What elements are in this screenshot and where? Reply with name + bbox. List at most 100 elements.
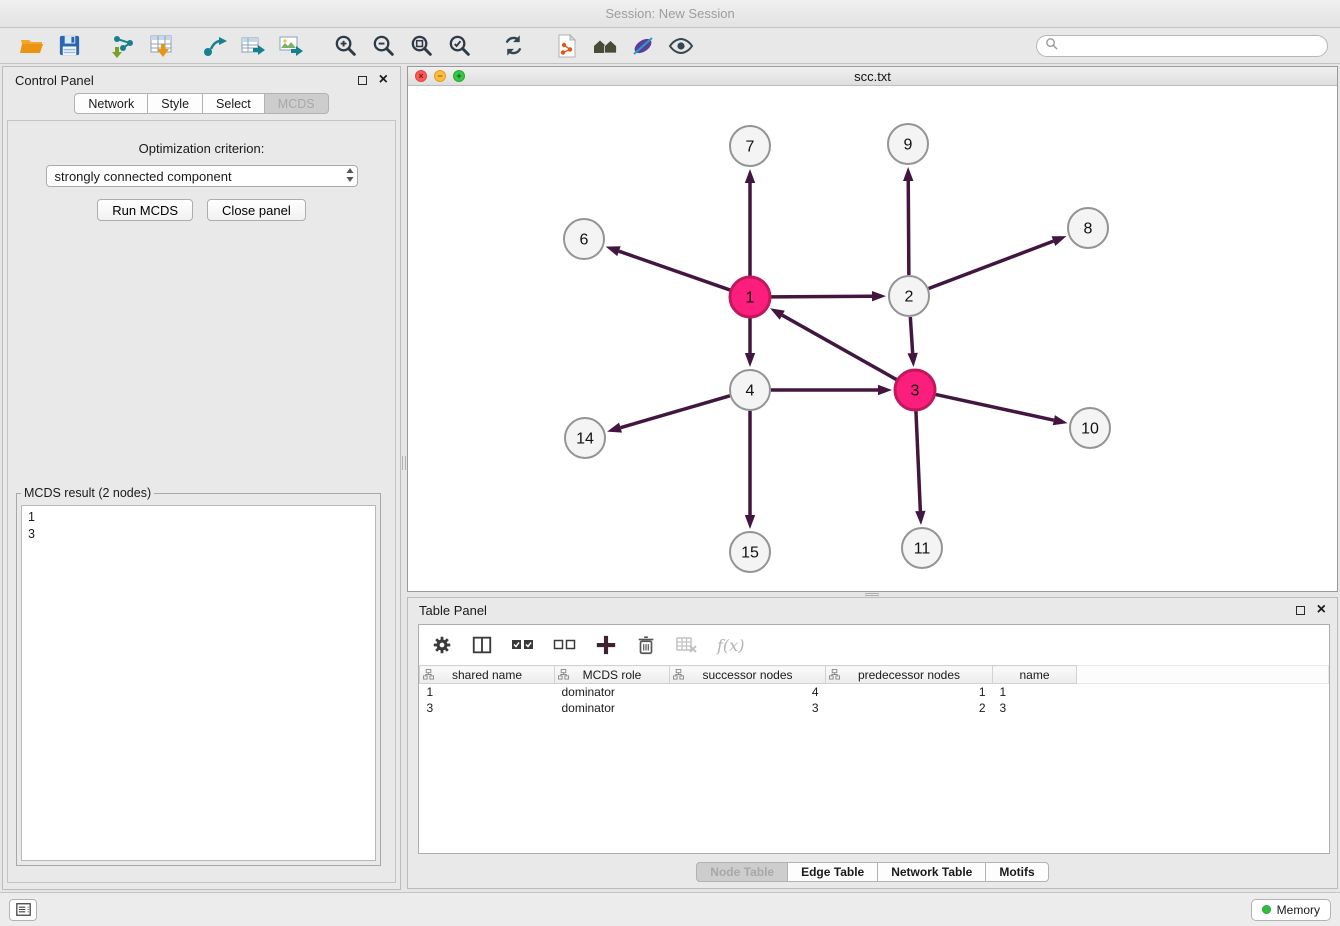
zoom-window-icon[interactable]: + — [453, 70, 465, 82]
zoom-in-icon[interactable] — [326, 31, 364, 61]
graph-node[interactable]: 4 — [730, 370, 770, 410]
graph-edge[interactable] — [908, 181, 909, 275]
show-columns-icon[interactable] — [471, 634, 493, 656]
cell-successor-nodes[interactable]: 3 — [670, 700, 826, 716]
graph-edge[interactable] — [929, 241, 1054, 288]
clone-network-icon[interactable] — [548, 31, 586, 61]
graph-node[interactable]: 9 — [888, 124, 928, 164]
cell-shared-name[interactable]: 3 — [420, 700, 555, 716]
column-header-mcds-role[interactable]: MCDS role — [555, 666, 670, 684]
cell-predecessor-nodes[interactable]: 1 — [826, 684, 993, 700]
graph-edge-arrow — [1052, 236, 1067, 246]
table-row[interactable]: 1 dominator 4 1 1 — [420, 684, 1329, 700]
graph-node[interactable]: 7 — [730, 126, 770, 166]
gear-icon[interactable] — [431, 634, 453, 656]
tab-node-table[interactable]: Node Table — [696, 862, 787, 882]
open-session-icon[interactable] — [12, 31, 50, 61]
graph-edge[interactable] — [936, 394, 1054, 420]
network-window-title: scc.txt — [854, 69, 891, 84]
graph-node[interactable]: 2 — [889, 276, 929, 316]
add-column-icon[interactable] — [595, 634, 617, 656]
column-header-shared-name[interactable]: shared name — [420, 666, 555, 684]
graph-node[interactable]: 1 — [730, 277, 770, 317]
float-panel-icon[interactable] — [1296, 606, 1305, 615]
graph-node[interactable]: 15 — [730, 532, 770, 572]
network-graph[interactable]: 7 9 6 8 1 2 4 3 14 10 15 11 — [408, 86, 1337, 591]
graph-node[interactable]: 6 — [564, 219, 604, 259]
export-table-icon[interactable] — [234, 31, 272, 61]
tab-motifs[interactable]: Motifs — [985, 862, 1048, 882]
zoom-selected-icon[interactable] — [440, 31, 478, 61]
column-header-predecessor-nodes[interactable]: predecessor nodes — [826, 666, 993, 684]
control-panel-title: Control Panel — [15, 73, 94, 88]
home-icon[interactable] — [586, 31, 624, 61]
graph-node[interactable]: 10 — [1070, 408, 1110, 448]
column-header-name[interactable]: name — [993, 666, 1077, 684]
graph-canvas[interactable]: 7 9 6 8 1 2 4 3 14 10 15 11 — [408, 86, 1337, 591]
refresh-icon[interactable] — [494, 31, 532, 61]
graph-node-label: 15 — [741, 545, 759, 562]
cell-predecessor-nodes[interactable]: 2 — [826, 700, 993, 716]
export-image-icon[interactable] — [272, 31, 310, 61]
close-panel-icon[interactable]: × — [1317, 602, 1326, 618]
cell-name[interactable]: 3 — [993, 700, 1077, 716]
close-panel-icon[interactable]: × — [379, 72, 388, 88]
cell-successor-nodes[interactable]: 4 — [670, 684, 826, 700]
tab-style[interactable]: Style — [147, 93, 202, 114]
graph-node[interactable]: 3 — [895, 370, 935, 410]
task-history-button[interactable] — [9, 899, 37, 921]
column-header-successor-nodes[interactable]: successor nodes — [670, 666, 826, 684]
column-type-icon — [558, 669, 569, 683]
delete-column-icon[interactable] — [635, 634, 657, 656]
graph-edge[interactable] — [771, 296, 872, 297]
cell-mcds-role[interactable]: dominator — [555, 684, 670, 700]
zoom-fit-icon[interactable] — [402, 31, 440, 61]
criterion-dropdown[interactable]: strongly connected component — [46, 165, 358, 187]
splitter-grip — [865, 593, 879, 596]
tab-network-table[interactable]: Network Table — [877, 862, 985, 882]
tab-mcds[interactable]: MCDS — [264, 93, 329, 114]
delete-table-icon — [675, 634, 699, 656]
import-table-icon[interactable] — [142, 31, 180, 61]
graph-edge-arrow — [878, 385, 892, 395]
save-session-icon[interactable] — [50, 31, 88, 61]
run-mcds-button[interactable]: Run MCDS — [97, 199, 193, 221]
graph-node[interactable]: 11 — [902, 528, 942, 568]
cell-mcds-role[interactable]: dominator — [555, 700, 670, 716]
zoom-out-icon[interactable] — [364, 31, 402, 61]
float-panel-icon[interactable] — [358, 76, 367, 85]
graph-edge-arrow — [915, 511, 925, 525]
graph-node[interactable]: 14 — [565, 418, 605, 458]
graph-edge[interactable] — [910, 317, 912, 353]
deselect-all-icon[interactable] — [553, 634, 577, 656]
graph-node[interactable]: 8 — [1068, 208, 1108, 248]
search-input[interactable] — [1063, 39, 1319, 53]
tab-select[interactable]: Select — [202, 93, 264, 114]
select-all-icon[interactable] — [511, 634, 535, 656]
graph-edge[interactable] — [916, 411, 920, 511]
style-brush-icon[interactable] — [624, 31, 662, 61]
import-network-icon[interactable] — [104, 31, 142, 61]
search-box[interactable] — [1036, 35, 1328, 57]
memory-button[interactable]: Memory — [1251, 899, 1331, 921]
tab-edge-table[interactable]: Edge Table — [787, 862, 877, 882]
graph-edge-arrow — [903, 167, 913, 181]
cell-name[interactable]: 1 — [993, 684, 1077, 700]
cell-shared-name[interactable]: 1 — [420, 684, 555, 700]
table-row[interactable]: 3 dominator 3 2 3 — [420, 700, 1329, 716]
minimize-window-icon[interactable]: − — [434, 70, 446, 82]
close-panel-button[interactable]: Close panel — [207, 199, 306, 221]
graph-node-label: 4 — [746, 383, 755, 400]
close-window-icon[interactable]: × — [415, 70, 427, 82]
column-type-icon — [673, 669, 684, 683]
export-network-icon[interactable] — [196, 31, 234, 61]
graph-edge[interactable] — [619, 251, 730, 290]
cell-filler — [1077, 700, 1329, 716]
graph-edge[interactable] — [782, 315, 896, 380]
graph-edge[interactable] — [621, 396, 730, 428]
tab-network[interactable]: Network — [74, 93, 147, 114]
eye-icon[interactable] — [662, 31, 700, 61]
graph-node-label: 3 — [911, 383, 920, 400]
memory-label: Memory — [1277, 903, 1320, 917]
node-table: shared name MCDS role successor nodes pr… — [419, 665, 1329, 716]
